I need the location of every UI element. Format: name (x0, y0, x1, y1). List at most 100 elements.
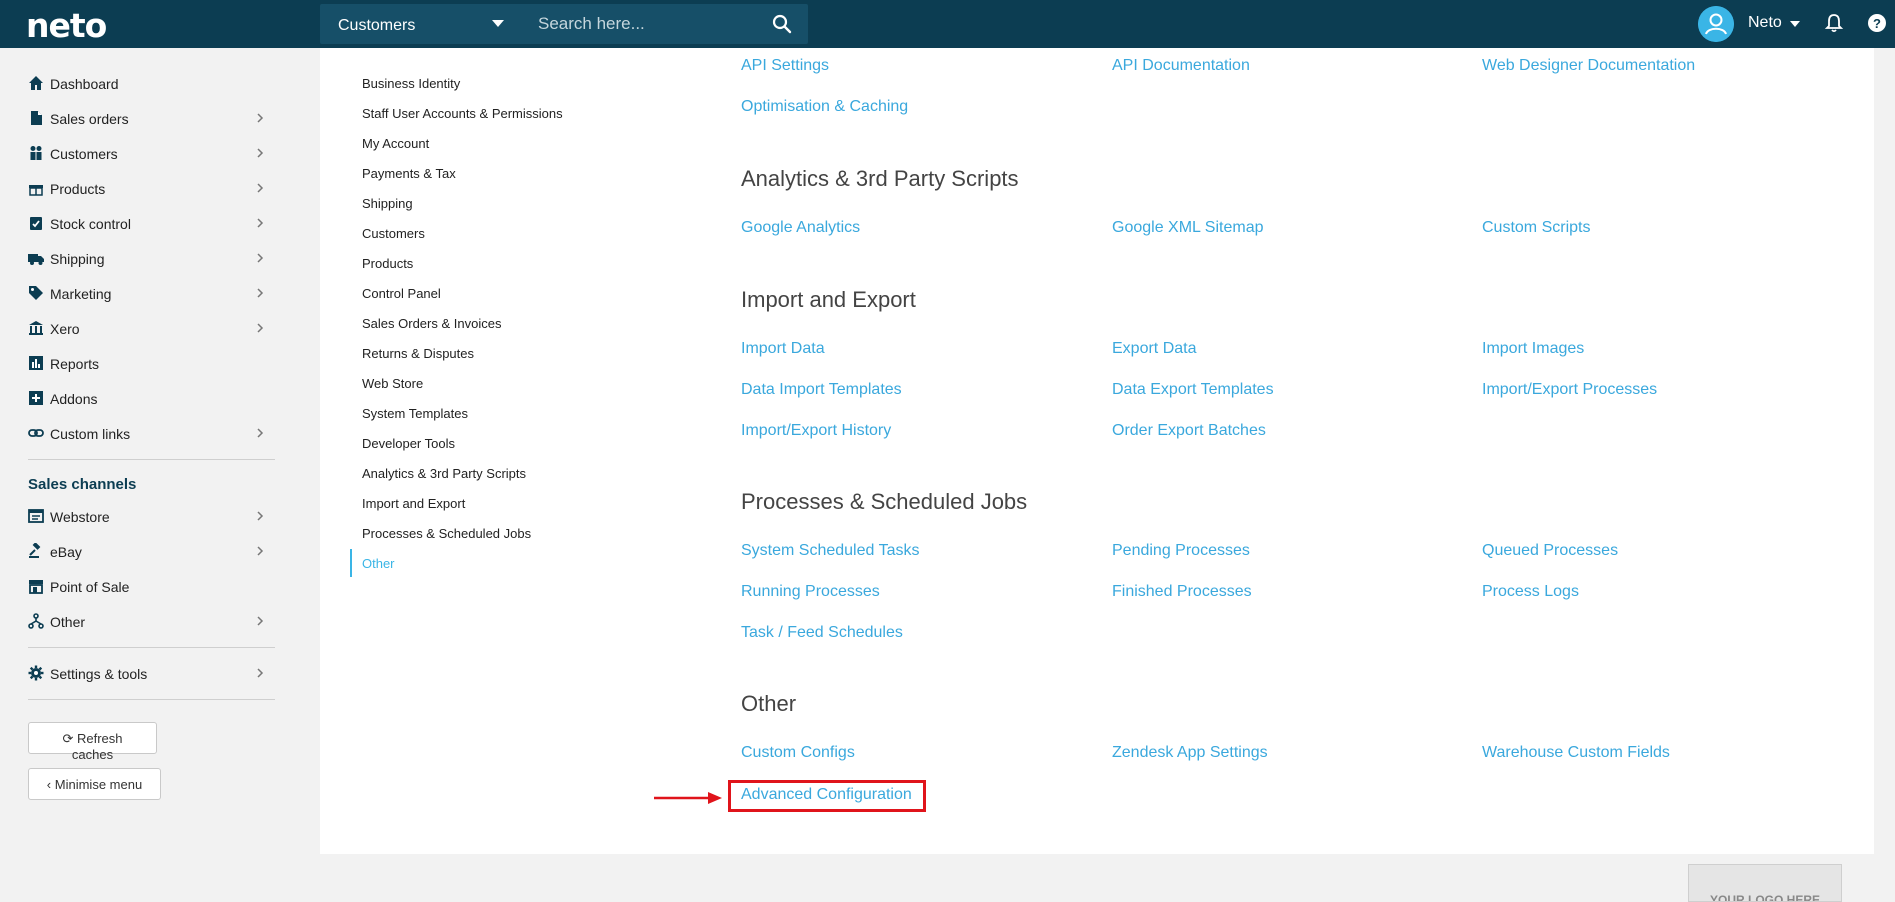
subnav-item[interactable]: System Templates (362, 406, 468, 421)
search-input[interactable] (526, 4, 766, 44)
sidebar-item-label: Dashboard (50, 76, 119, 92)
neto-logo[interactable]: neto (26, 6, 107, 45)
sidebar-item-label: Addons (50, 391, 98, 407)
link-optimisation-caching[interactable]: Optimisation & Caching (741, 98, 908, 116)
link-import-export-history[interactable]: Import/Export History (741, 422, 891, 440)
sidebar-item-label: Reports (50, 356, 100, 372)
sidebar-item-xero[interactable]: Xero (28, 314, 275, 344)
subnav-item[interactable]: Payments & Tax (362, 166, 456, 181)
link-order-export-batches[interactable]: Order Export Batches (1112, 422, 1266, 440)
subnav-item[interactable]: Returns & Disputes (362, 346, 474, 361)
link-running-processes[interactable]: Running Processes (741, 583, 880, 601)
link-system-scheduled-tasks[interactable]: System Scheduled Tasks (741, 542, 919, 560)
red-arrow-icon (654, 792, 722, 804)
store-icon (29, 580, 43, 594)
sitemap-icon (28, 613, 44, 629)
chevron-left-icon: ‹ (46, 777, 52, 792)
link-warehouse-custom-fields[interactable]: Warehouse Custom Fields (1482, 744, 1670, 762)
link-zendesk-app-settings[interactable]: Zendesk App Settings (1112, 744, 1268, 762)
sidebar-item-webstore[interactable]: Webstore (28, 502, 275, 532)
help-icon[interactable]: ? (1867, 13, 1887, 33)
sidebar-item-label: eBay (50, 544, 82, 560)
link-api-settings[interactable]: API Settings (741, 57, 829, 75)
subnav-item[interactable]: Staff User Accounts & Permissions (362, 106, 563, 121)
highlight-box (728, 780, 926, 812)
sidebar-item-reports[interactable]: Reports (28, 349, 275, 379)
sidebar-item-addons[interactable]: Addons (28, 384, 275, 414)
document-icon (31, 111, 42, 125)
chevron-right-icon (257, 668, 264, 678)
gift-icon (29, 185, 43, 196)
subnav-item[interactable]: Developer Tools (362, 436, 455, 451)
link-task-feed-schedules[interactable]: Task / Feed Schedules (741, 624, 903, 642)
chevron-right-icon (257, 288, 264, 298)
link-export-data[interactable]: Export Data (1112, 340, 1196, 358)
search-type-select[interactable]: Customers (320, 4, 520, 44)
sidebar-item-dashboard[interactable]: Dashboard (28, 69, 275, 99)
subnav-item[interactable]: Products (362, 256, 413, 271)
link-queued-processes[interactable]: Queued Processes (1482, 542, 1618, 560)
chevron-right-icon (257, 546, 264, 556)
subnav-item[interactable]: Analytics & 3rd Party Scripts (362, 466, 526, 481)
subnav-item[interactable]: Web Store (362, 376, 423, 391)
caret-down-icon[interactable] (1790, 21, 1800, 27)
sidebar-item-settings-tools[interactable]: Settings & tools (28, 659, 275, 689)
sidebar-item-custom-links[interactable]: Custom links (28, 419, 275, 449)
gear-icon (28, 665, 44, 681)
svg-text:?: ? (1873, 16, 1881, 31)
link-data-export-templates[interactable]: Data Export Templates (1112, 381, 1274, 399)
sidebar-item-customers[interactable]: Customers (28, 139, 275, 169)
subnav-item[interactable]: My Account (362, 136, 429, 151)
chevron-right-icon (257, 148, 264, 158)
link-import-data[interactable]: Import Data (741, 340, 825, 358)
minimise-menu-button[interactable]: ‹ Minimise menu (28, 768, 161, 800)
subnav-item[interactable]: Control Panel (362, 286, 441, 301)
subnav-item[interactable]: Shipping (362, 196, 413, 211)
link-api-documentation[interactable]: API Documentation (1112, 57, 1250, 75)
truck-icon (28, 254, 44, 265)
sidebar-item-label: Customers (50, 146, 118, 162)
sidebar-item-other[interactable]: Other (28, 607, 275, 637)
sidebar: Dashboard Sales orders Customers Product… (0, 48, 300, 902)
chevron-right-icon (257, 428, 264, 438)
link-data-import-templates[interactable]: Data Import Templates (741, 381, 902, 399)
link-import-export-processes[interactable]: Import/Export Processes (1482, 381, 1657, 399)
subnav-item[interactable]: Import and Export (362, 496, 465, 511)
subnav-item[interactable]: Processes & Scheduled Jobs (362, 526, 531, 541)
sidebar-item-stock-control[interactable]: Stock control (28, 209, 275, 239)
users-icon (30, 146, 42, 160)
link-google-analytics[interactable]: Google Analytics (741, 219, 860, 237)
section-title-other: Other (741, 691, 797, 716)
subnav-active-indicator (350, 549, 352, 577)
sidebar-item-label: Settings & tools (50, 666, 148, 682)
link-pending-processes[interactable]: Pending Processes (1112, 542, 1250, 560)
subnav-item[interactable]: Business Identity (362, 76, 460, 91)
link-process-logs[interactable]: Process Logs (1482, 583, 1579, 601)
link-web-designer-documentation[interactable]: Web Designer Documentation (1482, 57, 1695, 75)
link-import-images[interactable]: Import Images (1482, 340, 1584, 358)
sidebar-item-marketing[interactable]: Marketing (28, 279, 275, 309)
subnav-item[interactable]: Sales Orders & Invoices (362, 316, 501, 331)
sidebar-item-label: Xero (50, 321, 80, 337)
sidebar-item-point-of-sale[interactable]: Point of Sale (28, 572, 275, 602)
link-custom-scripts[interactable]: Custom Scripts (1482, 219, 1590, 237)
link-finished-processes[interactable]: Finished Processes (1112, 583, 1252, 601)
bell-icon[interactable] (1823, 12, 1845, 34)
bar-chart-icon (29, 356, 43, 370)
chevron-right-icon (257, 323, 264, 333)
sidebar-divider (28, 647, 275, 648)
refresh-caches-button[interactable]: ⟳ Refresh caches (28, 722, 157, 762)
subnav-item-other-active[interactable]: Other (362, 556, 395, 571)
subnav-item[interactable]: Customers (362, 226, 425, 241)
sidebar-item-shipping[interactable]: Shipping (28, 244, 275, 274)
link-google-xml-sitemap[interactable]: Google XML Sitemap (1112, 219, 1263, 237)
user-avatar-icon[interactable] (1698, 6, 1734, 42)
sidebar-item-sales-orders[interactable]: Sales orders (28, 104, 275, 134)
sidebar-item-ebay[interactable]: eBay (28, 537, 275, 567)
search-icon[interactable] (772, 14, 792, 34)
sidebar-item-products[interactable]: Products (28, 174, 275, 204)
link-custom-configs[interactable]: Custom Configs (741, 744, 855, 762)
user-menu-name[interactable]: Neto (1748, 14, 1782, 32)
settings-panel (320, 48, 1874, 854)
refresh-caches-label: Refresh caches (71, 731, 123, 762)
